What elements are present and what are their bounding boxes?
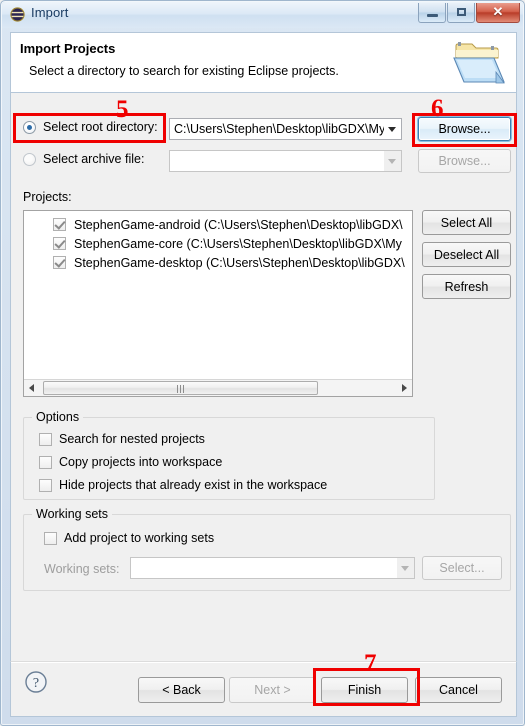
root-directory-value: C:\Users\Stephen\Desktop\libGDX\My — [174, 122, 384, 136]
chevron-down-icon-working-sets — [397, 558, 414, 578]
refresh-button[interactable]: Refresh — [422, 274, 511, 299]
project-name: StephenGame-desktop (C:\Users\Stephen\De… — [74, 255, 405, 270]
option-label: Hide projects that already exist in the … — [59, 478, 328, 492]
dialog-body: Select root directory: C:\Users\Stephen\… — [10, 93, 517, 661]
option-hide-existing[interactable]: Hide projects that already exist in the … — [39, 478, 327, 492]
add-to-working-sets-row[interactable]: Add project to working sets — [44, 531, 214, 545]
checkbox-copy-workspace[interactable] — [39, 455, 52, 469]
footer-separator — [11, 662, 516, 663]
project-name: StephenGame-core (C:\Users\Stephen\Deskt… — [74, 236, 402, 251]
deselect-all-button[interactable]: Deselect All — [422, 242, 511, 267]
close-button[interactable]: ✕ — [476, 3, 520, 23]
svg-text:?: ? — [33, 676, 39, 691]
select-root-directory-label: Select root directory: — [43, 120, 158, 134]
option-label: Search for nested projects — [59, 432, 205, 446]
checkbox-add-working-sets[interactable] — [44, 531, 57, 545]
maximize-button[interactable] — [447, 3, 475, 23]
cancel-button[interactable]: Cancel — [415, 677, 502, 703]
scrollbar-grip-icon — [176, 385, 186, 393]
window-title: Import — [31, 5, 69, 20]
radio-archive-indicator — [23, 152, 36, 166]
next-button: Next > — [229, 677, 316, 703]
project-checkbox[interactable] — [53, 237, 66, 250]
eclipse-globe-icon — [10, 7, 25, 22]
list-item[interactable]: StephenGame-android (C:\Users\Stephen\De… — [24, 215, 412, 234]
working-sets-combo — [130, 557, 415, 579]
projects-list[interactable]: StephenGame-android (C:\Users\Stephen\De… — [23, 210, 413, 397]
radio-root-indicator — [23, 120, 36, 134]
scroll-left-arrow-icon[interactable] — [24, 380, 41, 396]
minimize-button[interactable] — [418, 3, 446, 23]
chevron-down-icon[interactable] — [384, 119, 401, 139]
import-projects-dialog: Import ✕ Import Projects Select a direct… — [0, 0, 525, 726]
select-archive-file-label: Select archive file: — [43, 152, 145, 166]
options-group: Options Search for nested projects Copy … — [23, 410, 435, 500]
page-subtitle: Select a directory to search for existin… — [29, 64, 339, 78]
help-icon[interactable]: ? — [24, 670, 48, 694]
dialog-footer: ? < Back Next > Finish Cancel — [10, 661, 517, 717]
options-group-title: Options — [32, 410, 84, 424]
option-search-nested[interactable]: Search for nested projects — [39, 432, 205, 446]
scroll-right-arrow-icon[interactable] — [395, 380, 412, 396]
browse-root-button[interactable]: Browse... — [418, 117, 511, 141]
page-title: Import Projects — [20, 41, 116, 56]
chevron-down-icon-archive — [384, 151, 401, 171]
archive-file-combo — [169, 150, 402, 172]
option-label: Copy projects into workspace — [59, 455, 223, 469]
horizontal-scrollbar[interactable] — [24, 379, 412, 396]
select-all-button[interactable]: Select All — [422, 210, 511, 235]
dialog-window: Import ✕ Import Projects Select a direct… — [0, 0, 525, 726]
list-item[interactable]: StephenGame-desktop (C:\Users\Stephen\De… — [24, 253, 412, 272]
add-to-working-sets-label: Add project to working sets — [64, 531, 215, 545]
list-item[interactable]: StephenGame-core (C:\Users\Stephen\Deskt… — [24, 234, 412, 253]
root-directory-combo[interactable]: C:\Users\Stephen\Desktop\libGDX\My — [169, 118, 402, 140]
project-checkbox[interactable] — [53, 218, 66, 231]
project-name: StephenGame-android (C:\Users\Stephen\De… — [74, 217, 403, 232]
working-sets-group: Working sets Add project to working sets… — [23, 507, 511, 591]
checkbox-hide-existing[interactable] — [39, 478, 52, 492]
title-bar: Import ✕ — [1, 1, 524, 29]
browse-archive-button: Browse... — [418, 149, 511, 173]
open-folder-icon — [452, 38, 508, 88]
working-sets-combo-label: Working sets: — [44, 562, 120, 576]
working-sets-group-title: Working sets — [32, 507, 113, 521]
back-button[interactable]: < Back — [138, 677, 225, 703]
finish-button[interactable]: Finish — [321, 677, 408, 703]
window-controls: ✕ — [417, 3, 520, 24]
select-root-directory-radio[interactable]: Select root directory: — [23, 120, 158, 134]
select-working-sets-button: Select... — [422, 556, 502, 580]
option-copy-workspace[interactable]: Copy projects into workspace — [39, 455, 222, 469]
scrollbar-thumb[interactable] — [43, 381, 318, 395]
project-checkbox[interactable] — [53, 256, 66, 269]
select-archive-file-radio[interactable]: Select archive file: — [23, 152, 144, 166]
checkbox-search-nested[interactable] — [39, 432, 52, 446]
wizard-header: Import Projects Select a directory to se… — [10, 32, 517, 93]
projects-label: Projects: — [23, 190, 72, 204]
